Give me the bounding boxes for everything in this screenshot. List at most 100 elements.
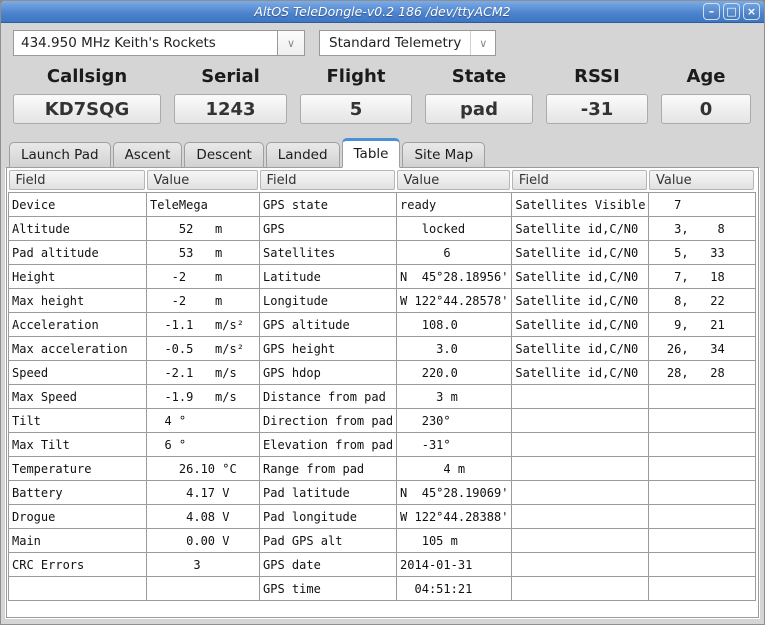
field-cell	[512, 529, 649, 553]
field-cell: Range from pad	[260, 457, 397, 481]
field-cell: Temperature	[9, 457, 147, 481]
value-cell: -1.9 m/s	[147, 385, 260, 409]
telemetry-value: Standard Telemetry	[320, 31, 470, 55]
minimize-icon[interactable]: –	[703, 3, 720, 20]
value-cell: 4 °	[147, 409, 260, 433]
table-row: Pad altitude 53 mSatellites 6Satellite i…	[9, 241, 756, 265]
maximize-icon[interactable]: □	[723, 3, 740, 20]
value-cell: -2 m	[147, 289, 260, 313]
value-cell: -2.1 m/s	[147, 361, 260, 385]
field-cell: Battery	[9, 481, 147, 505]
value-cell	[649, 433, 756, 457]
value-cell: 3 m	[397, 385, 512, 409]
toolbar: 434.950 MHz Keith's Rockets ∨ Standard T…	[1, 23, 764, 56]
value-cell: W 122°44.28578'	[397, 289, 512, 313]
state-value: pad	[425, 94, 533, 124]
field-cell: Max height	[9, 289, 147, 313]
frequency-combobox[interactable]: 434.950 MHz Keith's Rockets ∨	[13, 30, 305, 56]
column-header[interactable]: Field	[260, 169, 397, 193]
table-tab-panel: FieldValueFieldValueFieldValue DeviceTel…	[6, 167, 759, 618]
column-header[interactable]: Field	[512, 169, 649, 193]
field-cell: GPS hdop	[260, 361, 397, 385]
value-cell: 3	[147, 553, 260, 577]
value-cell: 220.0	[397, 361, 512, 385]
table-row: GPS time 04:51:21	[9, 577, 756, 601]
field-cell: Speed	[9, 361, 147, 385]
value-cell: 26, 34	[649, 337, 756, 361]
field-cell: Acceleration	[9, 313, 147, 337]
status-value-row: KD7SQG 1243 5 pad -31 0	[1, 94, 764, 124]
tab-launch-pad[interactable]: Launch Pad	[9, 142, 111, 168]
value-cell: 8, 22	[649, 289, 756, 313]
value-cell: -1.1 m/s²	[147, 313, 260, 337]
tab-site-map[interactable]: Site Map	[402, 142, 485, 168]
value-cell	[649, 505, 756, 529]
title-bar[interactable]: AltOS TeleDongle-v0.2 186 /dev/ttyACM2 –…	[1, 1, 764, 23]
table-row: Main 0.00 VPad GPS alt 105 m	[9, 529, 756, 553]
frequency-value[interactable]: 434.950 MHz Keith's Rockets	[13, 30, 278, 56]
field-cell: Satellites	[260, 241, 397, 265]
window-controls: – □ ×	[703, 3, 760, 20]
value-cell: 04:51:21	[397, 577, 512, 601]
window-title: AltOS TeleDongle-v0.2 186 /dev/ttyACM2	[1, 4, 764, 19]
table-row: Max Speed -1.9 m/sDistance from pad 3 m	[9, 385, 756, 409]
age-value: 0	[661, 94, 751, 124]
table-row: DeviceTeleMegaGPS statereadySatellites V…	[9, 193, 756, 217]
close-icon[interactable]: ×	[743, 3, 760, 20]
chevron-down-icon: ∨	[287, 37, 295, 50]
table-row: Height -2 mLatitudeN 45°28.18956'Satelli…	[9, 265, 756, 289]
callsign-label: Callsign	[13, 66, 161, 87]
field-cell: Elevation from pad	[260, 433, 397, 457]
column-header[interactable]: Value	[649, 169, 756, 193]
field-cell: Drogue	[9, 505, 147, 529]
value-cell: 4.17 V	[147, 481, 260, 505]
table-row: Temperature 26.10 °CRange from pad 4 m	[9, 457, 756, 481]
flight-value: 5	[300, 94, 412, 124]
value-cell: locked	[397, 217, 512, 241]
field-cell: Max acceleration	[9, 337, 147, 361]
column-header[interactable]: Value	[397, 169, 512, 193]
app-window: AltOS TeleDongle-v0.2 186 /dev/ttyACM2 –…	[0, 0, 765, 625]
value-cell	[649, 481, 756, 505]
field-cell: Main	[9, 529, 147, 553]
value-cell: 4 m	[397, 457, 512, 481]
chevron-down-icon: ∨	[479, 37, 487, 50]
field-cell	[512, 577, 649, 601]
table-header-row: FieldValueFieldValueFieldValue	[9, 169, 756, 193]
frequency-dropdown-button[interactable]: ∨	[278, 30, 305, 56]
field-cell: Satellite id,C/N0	[512, 313, 649, 337]
telemetry-combobox[interactable]: Standard Telemetry ∨	[319, 30, 496, 56]
field-cell: Satellite id,C/N0	[512, 289, 649, 313]
value-cell: 4.08 V	[147, 505, 260, 529]
value-cell: W 122°44.28388'	[397, 505, 512, 529]
field-cell: Pad longitude	[260, 505, 397, 529]
tab-ascent[interactable]: Ascent	[113, 142, 183, 168]
value-cell: 52 m	[147, 217, 260, 241]
value-cell	[649, 553, 756, 577]
field-cell	[512, 553, 649, 577]
callsign-value: KD7SQG	[13, 94, 161, 124]
field-cell	[512, 505, 649, 529]
telemetry-table: FieldValueFieldValueFieldValue DeviceTel…	[8, 169, 756, 601]
value-cell	[649, 457, 756, 481]
column-header[interactable]: Field	[9, 169, 147, 193]
value-cell: -0.5 m/s²	[147, 337, 260, 361]
field-cell: Satellite id,C/N0	[512, 217, 649, 241]
field-cell: Pad latitude	[260, 481, 397, 505]
value-cell	[649, 385, 756, 409]
tab-table[interactable]: Table	[342, 138, 401, 168]
flight-label: Flight	[300, 66, 412, 87]
value-cell: 3.0	[397, 337, 512, 361]
field-cell: Direction from pad	[260, 409, 397, 433]
value-cell: N 45°28.18956'	[397, 265, 512, 289]
telemetry-dropdown-button[interactable]: ∨	[470, 31, 495, 55]
field-cell: Device	[9, 193, 147, 217]
value-cell: 3, 8	[649, 217, 756, 241]
tab-descent[interactable]: Descent	[184, 142, 263, 168]
field-cell: Satellite id,C/N0	[512, 337, 649, 361]
column-header[interactable]: Value	[147, 169, 260, 193]
tab-landed[interactable]: Landed	[266, 142, 340, 168]
field-cell: Satellite id,C/N0	[512, 265, 649, 289]
field-cell: Height	[9, 265, 147, 289]
serial-label: Serial	[174, 66, 287, 87]
